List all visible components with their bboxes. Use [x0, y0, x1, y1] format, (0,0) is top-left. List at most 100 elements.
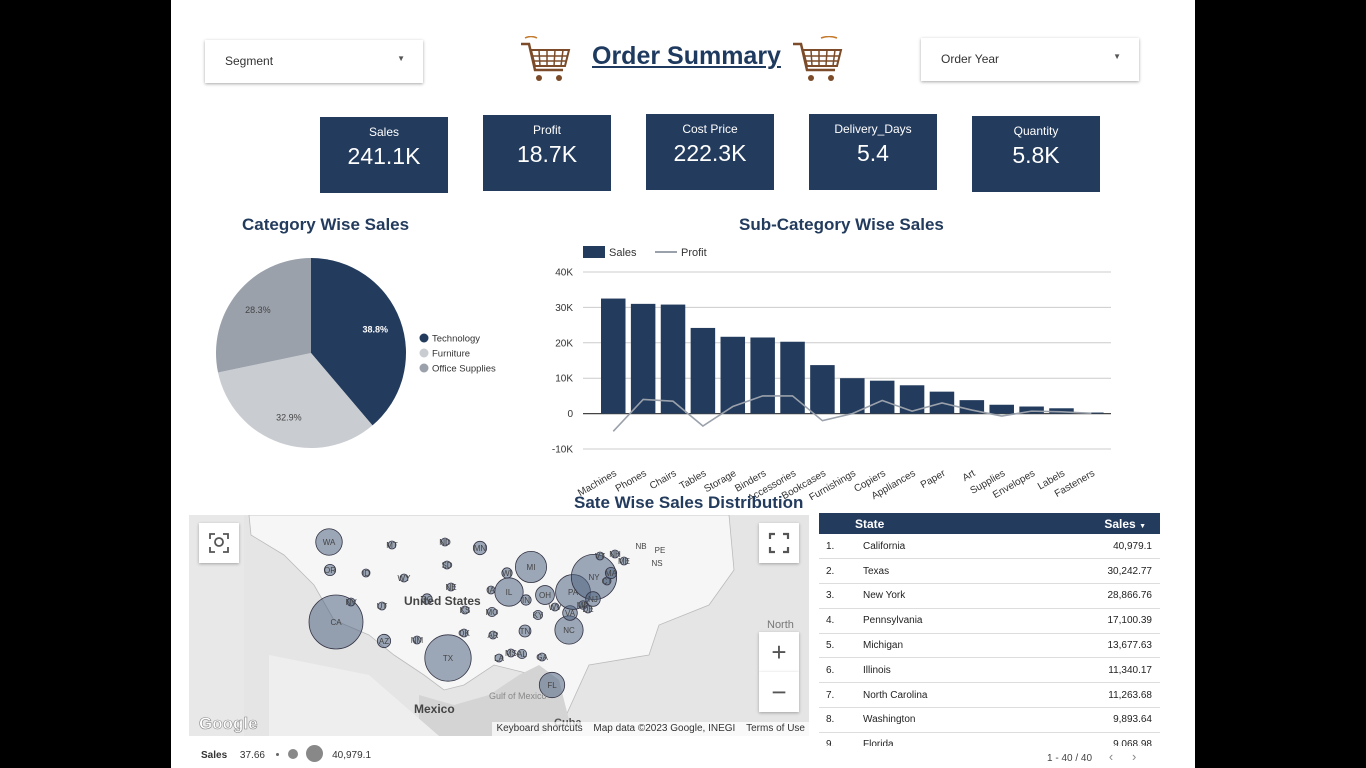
table-row[interactable]: 6. Illinois 11,340.17 [819, 657, 1160, 684]
pie-slice-label: 38.8% [362, 324, 388, 334]
location-button[interactable] [199, 523, 239, 563]
y-tick-label: 20K [555, 338, 573, 349]
row-index: 5. [819, 633, 855, 659]
state-abbr-label: NB [635, 542, 646, 551]
terms-link[interactable]: Terms of Use [746, 723, 805, 734]
shopping-cart-icon [521, 36, 571, 81]
ocean-label: North [767, 619, 794, 631]
table-row[interactable]: 2. Texas 30,242.77 [819, 558, 1160, 585]
legend-marker [419, 348, 429, 358]
pie-slice-label: 28.3% [245, 305, 271, 315]
table-row[interactable]: 7. North Carolina 11,263.68 [819, 682, 1160, 709]
table-row[interactable]: 1. California 40,979.1 [819, 534, 1160, 560]
table-row[interactable]: 4. Pennsylvania 17,100.39 [819, 608, 1160, 634]
y-tick-label: -10K [552, 445, 573, 456]
kpi-cost-price: Cost Price 222.3K [646, 114, 774, 190]
kpi-label: Sales [368, 125, 400, 139]
row-index: 9. [819, 732, 855, 746]
row-index: 4. [819, 608, 855, 634]
state-abbr-label: ME [618, 557, 630, 566]
segment-dropdown[interactable]: Segment ▼ [205, 40, 423, 83]
zoom-out-button[interactable]: − [759, 672, 799, 712]
sales-bar[interactable] [869, 380, 895, 414]
map-footer: Keyboard shortcuts Map data ©2023 Google… [492, 722, 809, 736]
x-tick-label: Storage [702, 468, 738, 495]
zoom-in-button[interactable]: + [759, 632, 799, 672]
fullscreen-button[interactable] [759, 523, 799, 563]
state-abbr-label: VA [565, 609, 576, 618]
legend-max: 40,979.1 [332, 750, 372, 761]
table-row[interactable]: 3. New York 28,866.76 [819, 583, 1160, 609]
sales-cell: 11,263.68 [1005, 682, 1160, 709]
sales-bar[interactable] [630, 303, 656, 414]
table-pager: 1 - 40 / 40 ‹ › [1047, 749, 1136, 764]
sales-bar[interactable] [840, 378, 865, 414]
state-abbr-label: IA [487, 586, 495, 595]
sales-bar[interactable] [601, 298, 626, 414]
table-row[interactable]: 8. Washington 9,893.64 [819, 707, 1160, 733]
sales-bar[interactable] [720, 336, 746, 414]
google-logo: Google [199, 714, 258, 733]
legend-marker [583, 246, 605, 258]
state-abbr-label: NV [345, 598, 357, 607]
sales-cell: 11,340.17 [1005, 657, 1160, 684]
sales-column-header[interactable]: Sales ▼ [1005, 513, 1160, 534]
state-cell: Florida [855, 732, 1005, 746]
kpi-label: Cost Price [682, 122, 738, 136]
state-cell: New York [855, 583, 1005, 609]
sales-bar[interactable] [810, 365, 835, 414]
legend-min: 37.66 [239, 750, 265, 761]
y-tick-label: 30K [555, 303, 573, 314]
kpi-label: Profit [532, 123, 561, 137]
state-sales-map[interactable]: WA OR CA NV UT AZ MT ID WY CO NM TX ND SD NE KS OK MN IA MO… [189, 515, 809, 736]
order-year-dropdown[interactable]: Order Year ▼ [921, 38, 1139, 81]
sales-cell: 9,068.98 [1005, 732, 1160, 746]
sales-bar[interactable] [660, 304, 686, 414]
kpi-quantity: Quantity 5.8K [972, 116, 1100, 192]
next-page-icon[interactable]: › [1132, 749, 1136, 764]
sales-bar[interactable] [690, 327, 716, 414]
sales-cell: 17,100.39 [1005, 608, 1160, 634]
chevron-down-icon: ▼ [397, 54, 405, 63]
chevron-down-icon: ▼ [1113, 52, 1121, 61]
state-cell: North Carolina [855, 682, 1005, 709]
mexico-label: Mexico [414, 702, 455, 716]
state-abbr-label: ND [439, 538, 451, 547]
sales-bar[interactable] [989, 404, 1014, 414]
kpi-value: 18.7K [516, 141, 578, 167]
kpi-value: 222.3K [673, 140, 747, 166]
kpi-value: 5.8K [1012, 142, 1060, 168]
sales-cell: 30,242.77 [1005, 558, 1160, 585]
y-tick-label: 10K [555, 374, 573, 385]
pie-slice-label: 32.9% [276, 413, 302, 423]
x-tick-label: Chairs [648, 468, 679, 492]
state-cell: Michigan [855, 633, 1005, 659]
category-pie-chart: 38.8% 32.9% 28.3% Technology Furniture Office… [216, 258, 496, 448]
state-abbr-label: NJ [588, 595, 598, 604]
pie-slice[interactable] [216, 258, 311, 373]
state-cell: Illinois [855, 657, 1005, 684]
state-abbr-label: PE [655, 546, 666, 555]
state-column-header[interactable]: State [855, 513, 1005, 534]
legend-entry: Furniture [432, 349, 470, 360]
prev-page-icon[interactable]: ‹ [1109, 749, 1113, 764]
state-abbr-label: NS [651, 559, 662, 568]
state-abbr-label: TN [520, 627, 531, 636]
row-index: 7. [819, 682, 855, 709]
state-abbr-label: AL [517, 650, 527, 659]
state-cell: California [855, 534, 1005, 560]
table-row[interactable]: 9. Florida 9,068.98 [819, 732, 1160, 746]
order-year-label: Order Year [941, 52, 1000, 66]
row-index: 2. [819, 558, 855, 585]
keyboard-shortcuts-link[interactable]: Keyboard shortcuts [496, 723, 582, 734]
y-tick-label: 0 [567, 409, 573, 420]
sales-bar[interactable] [750, 337, 775, 414]
state-abbr-label: FL [547, 681, 557, 690]
gulf-label: Gulf of Mexico [489, 691, 547, 701]
kpi-label: Quantity [1013, 124, 1059, 138]
table-row[interactable]: 5. Michigan 13,677.63 [819, 633, 1160, 659]
sales-cell: 9,893.64 [1005, 707, 1160, 733]
state-abbr-label: TX [443, 654, 454, 663]
state-abbr-label: LA [494, 654, 504, 663]
kpi-label: Delivery_Days [834, 122, 912, 136]
